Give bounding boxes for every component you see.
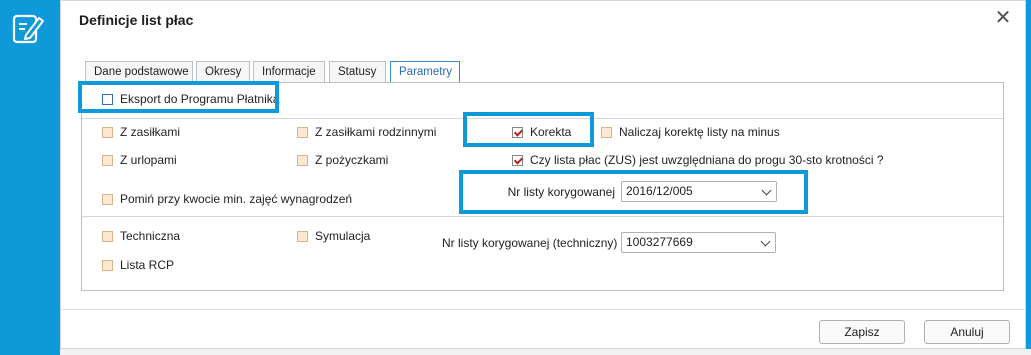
checkbox-box[interactable]	[297, 126, 308, 138]
checkbox-box[interactable]	[102, 259, 113, 271]
background-strip	[60, 349, 1031, 355]
checkbox-box[interactable]	[512, 154, 523, 166]
z-pozyczkami-label: Z pożyczkami	[315, 153, 389, 167]
dialog-title: Definicje list płac	[79, 12, 194, 28]
z-pozyczkami-checkbox[interactable]: Z pożyczkami	[297, 153, 388, 167]
chevron-down-icon	[760, 236, 771, 247]
nr-listy-korygowanej-select[interactable]: 2016/12/005	[621, 181, 777, 202]
checkbox-box[interactable]	[102, 154, 113, 166]
close-icon[interactable]: ✕	[991, 6, 1015, 30]
techniczna-checkbox[interactable]: Techniczna	[102, 229, 180, 243]
divider	[82, 118, 1003, 119]
nr-listy-technicznej-label: Nr listy korygowanej (techniczny)	[442, 236, 618, 250]
select-value: 1003277669	[626, 235, 693, 249]
eksport-label: Eksport do Programu Płatnika	[120, 92, 280, 106]
checkbox-box[interactable]	[102, 230, 113, 242]
lista-rcp-checkbox[interactable]: Lista RCP	[102, 258, 174, 272]
dialog-window: Definicje list płac ✕ Dane podstawowe Ok…	[60, 0, 1026, 349]
symulacja-checkbox[interactable]: Symulacja	[297, 229, 370, 243]
korekta-label: Korekta	[530, 125, 572, 139]
save-button[interactable]: Zapisz	[819, 320, 905, 344]
pomin-checkbox[interactable]: Pomiń przy kwocie min. zajęć wynagrodzeń	[102, 192, 352, 206]
checkbox-box[interactable]	[601, 126, 612, 138]
tab-informacje[interactable]: Informacje	[253, 61, 325, 82]
footer-divider	[61, 309, 1025, 310]
select-value: 2016/12/005	[626, 184, 693, 198]
lista-rcp-label: Lista RCP	[120, 258, 175, 272]
tab-statusy[interactable]: Statusy	[329, 61, 386, 82]
cancel-button[interactable]: Anuluj	[924, 320, 1010, 344]
czy-lista-label: Czy lista płac (ZUS) jest uwzględniana d…	[530, 153, 884, 167]
korekta-checkbox[interactable]: Korekta	[512, 125, 571, 139]
z-zasilkami-checkbox[interactable]: Z zasiłkami	[102, 125, 180, 139]
naliczaj-korekte-label: Naliczaj korektę listy na minus	[619, 125, 780, 139]
z-zasilkami-rodzinnymi-label: Z zasiłkami rodzinnymi	[315, 125, 437, 139]
z-zasilkami-label: Z zasiłkami	[120, 125, 181, 139]
divider	[82, 216, 1003, 217]
nr-listy-korygowanej-label: Nr listy korygowanej	[507, 185, 615, 199]
czy-lista-checkbox[interactable]: Czy lista płac (ZUS) jest uwzględniana d…	[512, 153, 884, 167]
checkbox-box[interactable]	[512, 126, 523, 138]
parametry-panel: Eksport do Programu Płatnika Z zasiłkami…	[81, 82, 1004, 291]
eksport-checkbox[interactable]: Eksport do Programu Płatnika	[102, 92, 279, 106]
checkbox-box[interactable]	[102, 93, 113, 105]
tab-okresy[interactable]: Okresy	[196, 61, 250, 82]
symulacja-label: Symulacja	[315, 229, 371, 243]
z-zasilkami-rodzinnymi-checkbox[interactable]: Z zasiłkami rodzinnymi	[297, 125, 436, 139]
tab-dane-podstawowe[interactable]: Dane podstawowe	[85, 61, 193, 82]
right-accent-bar	[1026, 0, 1031, 355]
checkbox-box[interactable]	[297, 230, 308, 242]
chevron-down-icon	[761, 185, 772, 196]
nr-listy-technicznej-select[interactable]: 1003277669	[621, 232, 776, 253]
naliczaj-korekte-checkbox[interactable]: Naliczaj korektę listy na minus	[601, 125, 780, 139]
z-urlopami-label: Z urlopami	[120, 153, 177, 167]
tab-parametry[interactable]: Parametry	[390, 61, 460, 84]
checkbox-box[interactable]	[102, 193, 113, 205]
techniczna-label: Techniczna	[120, 229, 181, 243]
checkbox-box[interactable]	[297, 154, 308, 166]
edit-document-icon	[12, 14, 44, 44]
z-urlopami-checkbox[interactable]: Z urlopami	[102, 153, 177, 167]
pomin-label: Pomiń przy kwocie min. zajęć wynagrodzeń	[120, 192, 353, 206]
app-sidebar	[0, 0, 60, 355]
checkbox-box[interactable]	[102, 126, 113, 138]
